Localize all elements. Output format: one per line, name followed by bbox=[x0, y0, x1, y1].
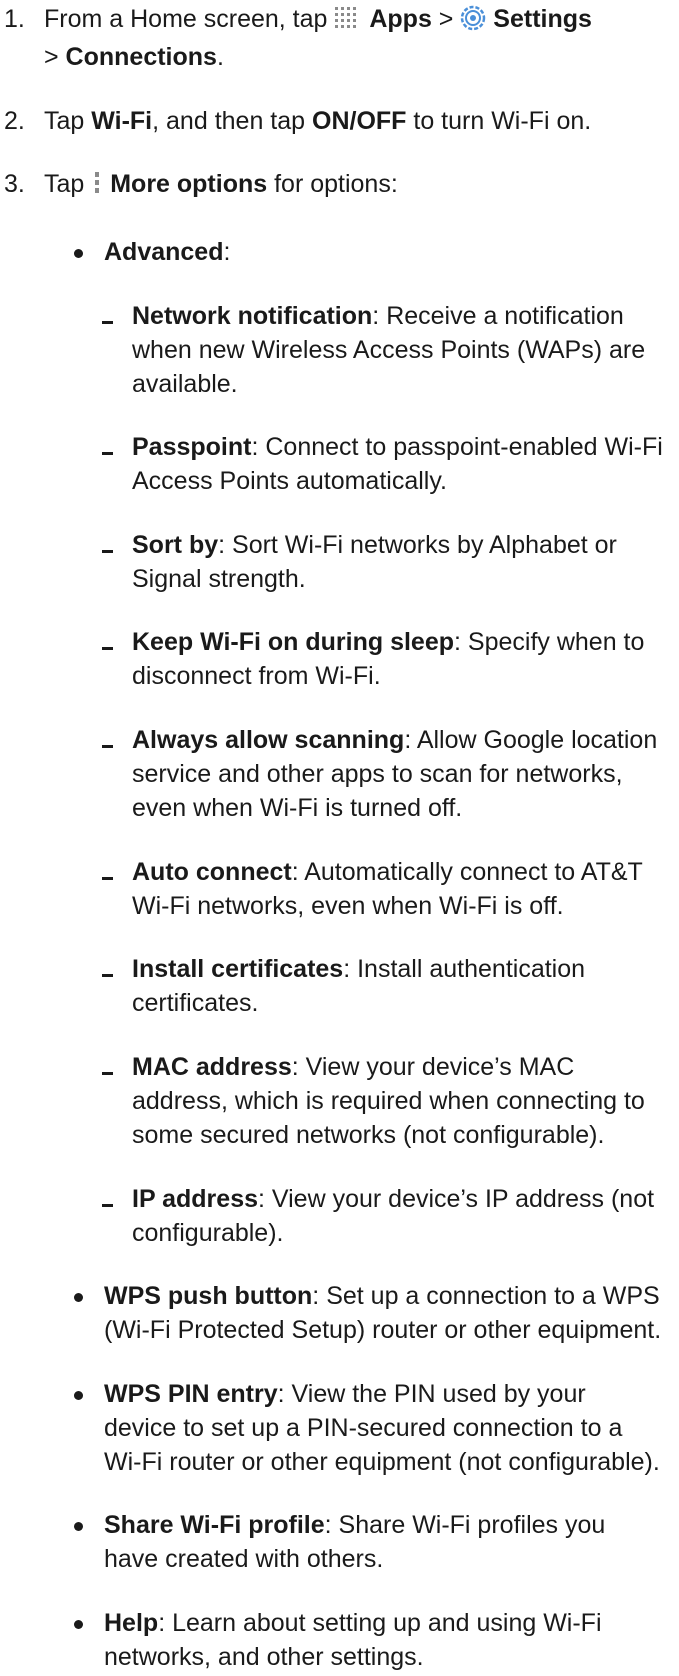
dash-icon bbox=[102, 452, 113, 456]
step-text: From a Home screen, tap Apps > Settings … bbox=[44, 5, 592, 71]
bullet-icon bbox=[74, 1522, 83, 1532]
step-number: 1. bbox=[4, 5, 25, 33]
bullet-icon bbox=[74, 1620, 83, 1629]
step-text: Tap Wi-Fi, and then tap ON/OFF to turn W… bbox=[44, 106, 592, 135]
step-number: 3. bbox=[4, 170, 25, 199]
more-options-icon bbox=[91, 170, 103, 205]
dash-icon bbox=[102, 876, 113, 880]
dash-icon bbox=[102, 647, 113, 651]
dash-icon bbox=[102, 745, 113, 748]
dash-icon bbox=[102, 1203, 113, 1207]
step-number: 2. bbox=[4, 106, 25, 135]
step-text: Tap More options for options: bbox=[44, 167, 659, 205]
bullet-icon bbox=[74, 1293, 83, 1303]
dash-icon bbox=[102, 974, 113, 978]
dash-icon bbox=[102, 549, 113, 553]
apps-grid-icon bbox=[334, 5, 362, 40]
bullet-icon bbox=[74, 1390, 83, 1400]
dash-icon bbox=[102, 1071, 113, 1075]
settings-gear-icon bbox=[460, 5, 486, 40]
bullet-icon bbox=[74, 248, 83, 258]
dash-icon bbox=[102, 320, 113, 324]
